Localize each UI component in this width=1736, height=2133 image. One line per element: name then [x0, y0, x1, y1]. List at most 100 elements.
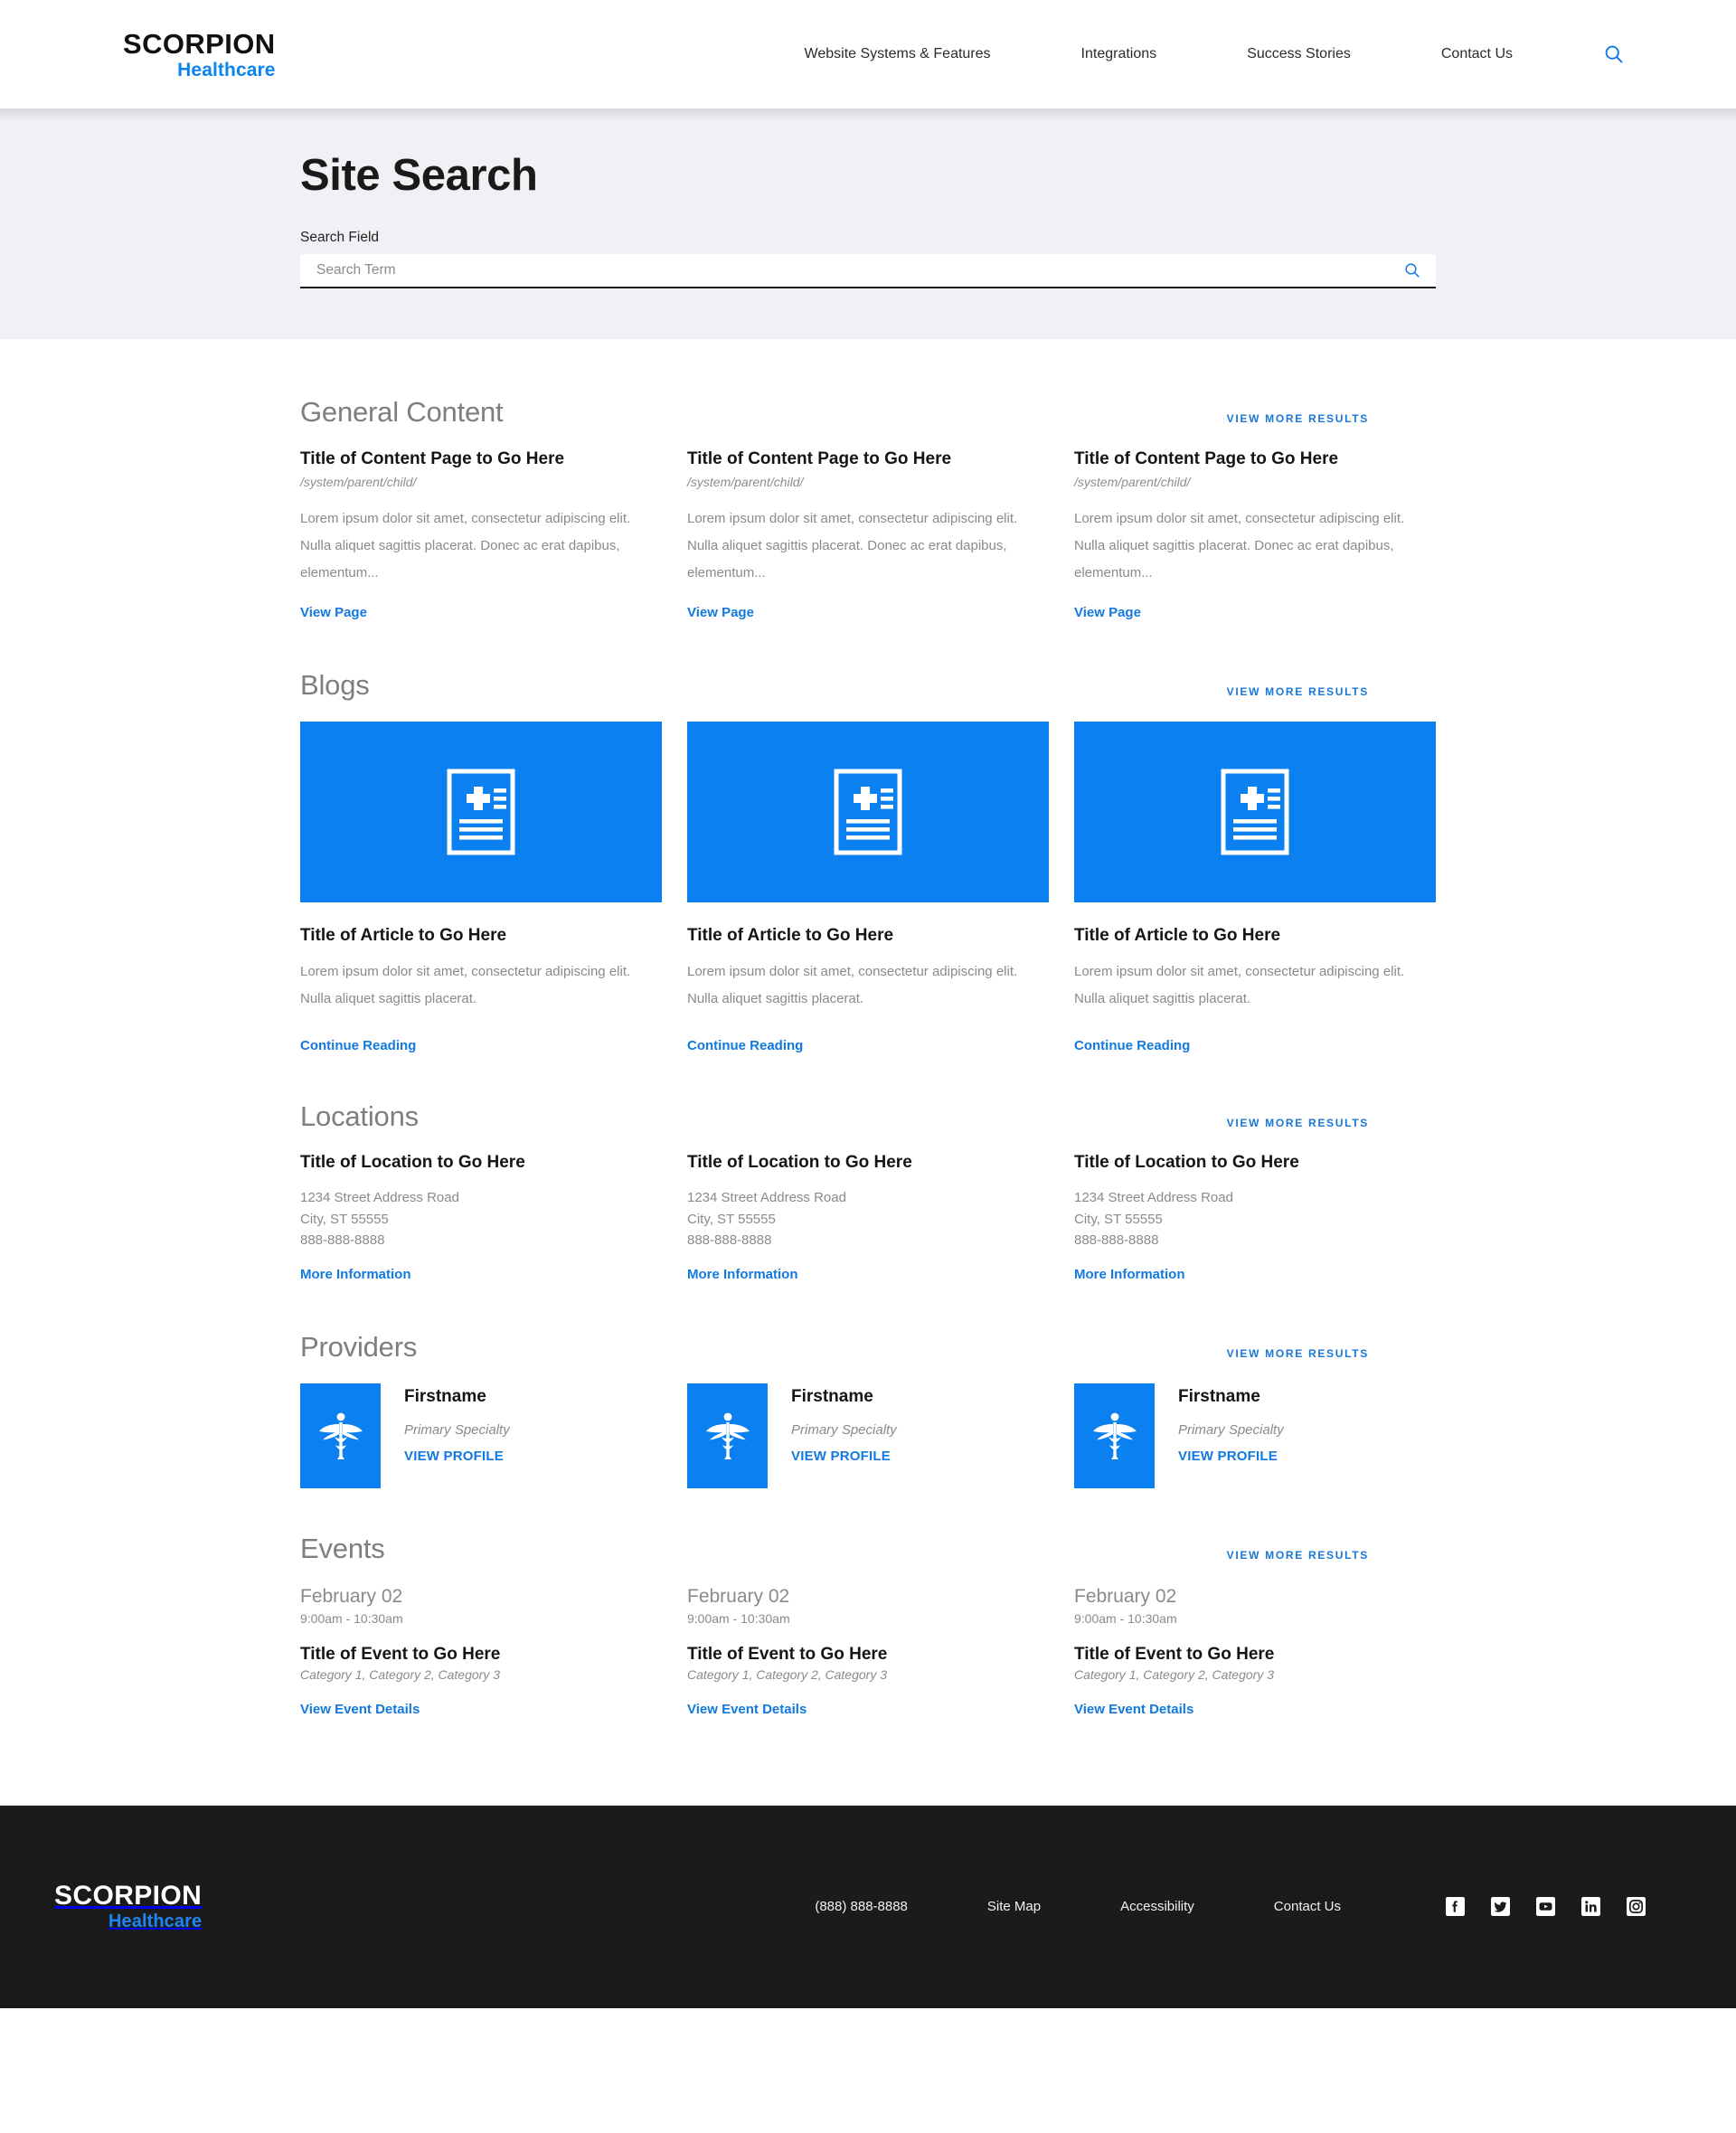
location-city: City, ST 55555 [687, 1211, 776, 1227]
search-results: General Content VIEW MORE RESULTS Title … [0, 339, 1736, 1805]
event-details-link[interactable]: View Event Details [687, 1702, 807, 1717]
locations-grid: Title of Location to Go Here 1234 Street… [300, 1153, 1436, 1283]
provider-details: Firstname Primary Specialty VIEW PROFILE [381, 1383, 510, 1488]
content-card-link[interactable]: View Page [1074, 605, 1141, 620]
section-blogs: Blogs VIEW MORE RESULTS Title of Article… [300, 668, 1436, 1054]
social-link-instagram[interactable] [1626, 1897, 1646, 1917]
view-more-locations[interactable]: VIEW MORE RESULTS [1227, 1117, 1369, 1133]
location-card-address: 1234 Street Address Road City, ST 55555 … [687, 1187, 1049, 1251]
blog-card: Title of Article to Go Here Lorem ipsum … [687, 722, 1049, 1054]
provider-specialty: Primary Specialty [791, 1422, 897, 1439]
location-card-link[interactable]: More Information [1074, 1267, 1185, 1282]
header-search-button[interactable] [1600, 41, 1628, 68]
providers-grid: Firstname Primary Specialty VIEW PROFILE [300, 1383, 1436, 1489]
header-logo[interactable]: SCORPION Healthcare [123, 30, 276, 80]
search-input[interactable] [316, 254, 1401, 287]
location-city: City, ST 55555 [300, 1211, 389, 1227]
provider-avatar[interactable] [687, 1383, 768, 1489]
search-submit-button[interactable] [1401, 260, 1423, 281]
blog-thumbnail[interactable] [300, 722, 662, 903]
search-field-label: Search Field [300, 230, 380, 245]
provider-details: Firstname Primary Specialty VIEW PROFILE [768, 1383, 897, 1488]
logo-wordmark: SCORPION [123, 27, 276, 60]
twitter-icon [1490, 1897, 1510, 1917]
location-card-address: 1234 Street Address Road City, ST 55555 … [300, 1187, 662, 1251]
view-more-providers[interactable]: VIEW MORE RESULTS [1227, 1347, 1369, 1364]
social-link-twitter[interactable] [1490, 1897, 1510, 1917]
blog-card-excerpt: Lorem ipsum dolor sit amet, consectetur … [300, 964, 631, 1007]
section-general-content: General Content VIEW MORE RESULTS Title … [300, 395, 1436, 621]
nav-item-website-systems[interactable]: Website Systems & Features [805, 46, 991, 62]
event-title: Title of Event to Go Here [1074, 1644, 1275, 1664]
social-link-youtube[interactable] [1535, 1897, 1555, 1917]
event-title: Title of Event to Go Here [687, 1644, 888, 1664]
event-date: February 02 [1074, 1586, 1177, 1608]
search-icon [1605, 45, 1623, 63]
content-card-link[interactable]: View Page [687, 605, 754, 620]
location-card-title: Title of Location to Go Here [1074, 1153, 1299, 1173]
footer-logo[interactable]: SCORPION Healthcare [54, 1883, 202, 1931]
blog-card-excerpt: Lorem ipsum dolor sit amet, consectetur … [687, 964, 1018, 1007]
location-city: City, ST 55555 [1074, 1211, 1163, 1227]
content-card-title: Title of Content Page to Go Here [300, 449, 565, 469]
location-card: Title of Location to Go Here 1234 Street… [687, 1153, 1049, 1283]
provider-avatar[interactable] [1074, 1383, 1155, 1489]
event-categories: Category 1, Category 2, Category 3 [1074, 1666, 1275, 1682]
provider-name: Firstname [1178, 1387, 1260, 1407]
view-more-events[interactable]: VIEW MORE RESULTS [1227, 1549, 1369, 1565]
search-bar[interactable] [300, 254, 1436, 288]
footer-contact-us-link[interactable]: Contact Us [1274, 1899, 1341, 1914]
general-content-card: Title of Content Page to Go Here /system… [687, 448, 1049, 621]
content-card-title: Title of Content Page to Go Here [687, 449, 952, 469]
blog-card-title: Title of Article to Go Here [1074, 926, 1281, 946]
medical-document-icon [834, 769, 902, 855]
social-link-facebook[interactable] [1445, 1897, 1465, 1917]
blog-card-excerpt: Lorem ipsum dolor sit amet, consectetur … [1074, 964, 1405, 1007]
blog-thumbnail[interactable] [687, 722, 1049, 903]
event-details-link[interactable]: View Event Details [1074, 1702, 1194, 1717]
location-card: Title of Location to Go Here 1234 Street… [300, 1153, 662, 1283]
provider-avatar[interactable] [300, 1383, 381, 1489]
content-card-path: /system/parent/child/ [300, 474, 417, 489]
content-card-link[interactable]: View Page [300, 605, 367, 620]
section-title-locations: Locations [300, 1100, 419, 1133]
youtube-icon [1535, 1897, 1555, 1917]
section-header: General Content VIEW MORE RESULTS [300, 395, 1436, 429]
section-header: Blogs VIEW MORE RESULTS [300, 668, 1436, 702]
blog-thumbnail[interactable] [1074, 722, 1436, 903]
content-card-path: /system/parent/child/ [687, 474, 804, 489]
provider-profile-link[interactable]: VIEW PROFILE [1178, 1449, 1278, 1464]
footer-phone-link[interactable]: (888) 888-8888 [815, 1899, 908, 1914]
nav-item-success-stories[interactable]: Success Stories [1247, 46, 1351, 62]
view-more-blogs[interactable]: VIEW MORE RESULTS [1227, 685, 1369, 702]
social-link-linkedin[interactable] [1580, 1897, 1600, 1917]
content-card-excerpt: Lorem ipsum dolor sit amet, consectetur … [300, 510, 631, 580]
section-title-general-content: General Content [300, 396, 504, 428]
event-details-link[interactable]: View Event Details [300, 1702, 420, 1717]
nav-item-contact-us[interactable]: Contact Us [1441, 46, 1513, 62]
location-card-title: Title of Location to Go Here [300, 1153, 525, 1173]
blog-card-link[interactable]: Continue Reading [687, 1038, 803, 1053]
provider-profile-link[interactable]: VIEW PROFILE [404, 1449, 504, 1464]
provider-details: Firstname Primary Specialty VIEW PROFILE [1155, 1383, 1284, 1488]
nav-item-integrations[interactable]: Integrations [1081, 46, 1157, 62]
event-card: February 02 9:00am - 10:30am Title of Ev… [687, 1585, 1049, 1717]
blog-card-link[interactable]: Continue Reading [300, 1038, 416, 1053]
footer-site-map-link[interactable]: Site Map [987, 1899, 1041, 1914]
event-title: Title of Event to Go Here [300, 1644, 501, 1664]
section-header: Locations VIEW MORE RESULTS [300, 1100, 1436, 1133]
location-card-link[interactable]: More Information [687, 1267, 798, 1282]
view-more-general-content[interactable]: VIEW MORE RESULTS [1227, 412, 1369, 429]
event-time: 9:00am - 10:30am [1074, 1610, 1177, 1626]
content-card-excerpt: Lorem ipsum dolor sit amet, consectetur … [687, 510, 1018, 580]
location-street: 1234 Street Address Road [300, 1190, 459, 1206]
provider-profile-link[interactable]: VIEW PROFILE [791, 1449, 891, 1464]
general-content-card: Title of Content Page to Go Here /system… [300, 448, 662, 621]
footer-accessibility-link[interactable]: Accessibility [1120, 1899, 1194, 1914]
provider-card: Firstname Primary Specialty VIEW PROFILE [1074, 1383, 1436, 1489]
site-header: SCORPION Healthcare Website Systems & Fe… [0, 0, 1736, 109]
content-card-excerpt: Lorem ipsum dolor sit amet, consectetur … [1074, 510, 1405, 580]
location-card-link[interactable]: More Information [300, 1267, 411, 1282]
blog-card-link[interactable]: Continue Reading [1074, 1038, 1190, 1053]
section-events: Events VIEW MORE RESULTS February 02 9:0… [300, 1532, 1436, 1717]
